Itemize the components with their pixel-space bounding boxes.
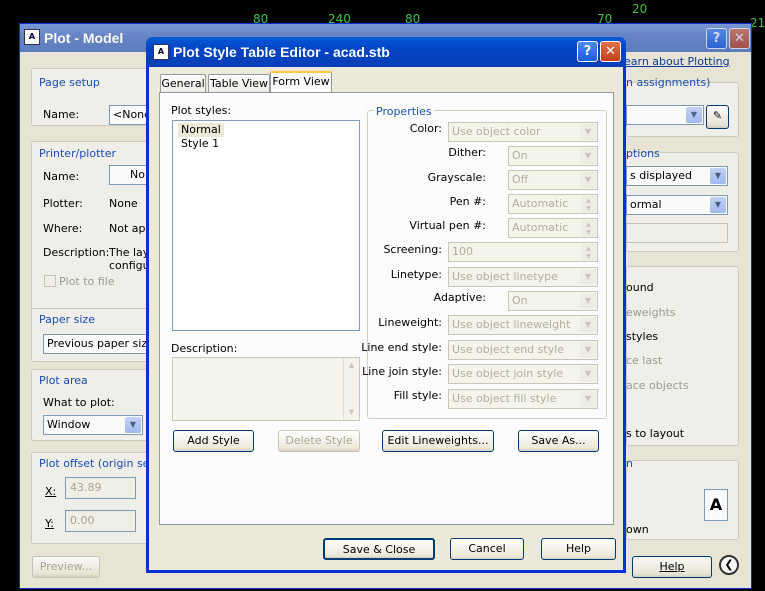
spin-down-icon[interactable]: ▼ xyxy=(581,204,596,213)
close-icon[interactable]: ✕ xyxy=(600,41,621,62)
dither-label: Dither: xyxy=(448,146,486,159)
dither-value: On xyxy=(512,149,528,162)
lineweight-label: Lineweight: xyxy=(378,316,442,329)
line-join-style-value: Use object join style xyxy=(452,367,564,380)
virtual-pen-value: Automatic xyxy=(512,221,569,234)
chevron-down-icon: ▼ xyxy=(580,124,596,140)
scroll-down-icon[interactable]: ▼ xyxy=(344,405,359,420)
chevron-down-icon: ▼ xyxy=(580,172,596,188)
save-close-button[interactable]: Save & Close xyxy=(323,538,435,560)
color-combo[interactable]: Use object color ▼ xyxy=(448,122,598,142)
linetype-combo[interactable]: Use object linetype ▼ xyxy=(448,267,598,287)
help-icon[interactable]: ? xyxy=(577,41,598,62)
save-as-button[interactable]: Save As... xyxy=(518,430,599,452)
color-value: Use object color xyxy=(452,125,541,138)
virtual-pen-label: Virtual pen #: xyxy=(409,219,486,232)
cancel-button[interactable]: Cancel xyxy=(450,538,524,560)
fill-style-label: Fill style: xyxy=(393,389,442,402)
fill-style-combo[interactable]: Use object fill style ▼ xyxy=(448,389,598,409)
chevron-down-icon: ▼ xyxy=(580,366,596,382)
description-label: Description: xyxy=(171,342,238,355)
chevron-down-icon: ▼ xyxy=(580,269,596,285)
spin-down-icon[interactable]: ▼ xyxy=(581,252,596,261)
chevron-down-icon: ▼ xyxy=(580,391,596,407)
grayscale-value: Off xyxy=(512,173,529,186)
chevron-down-icon: ▼ xyxy=(580,342,596,358)
spin-down-icon[interactable]: ▼ xyxy=(581,228,596,237)
pen-number-field[interactable]: Automatic ▲ ▼ xyxy=(508,194,598,214)
lineweight-value: Use object lineweight xyxy=(452,318,571,331)
help-button[interactable]: Help xyxy=(541,538,616,560)
pen-number-value: Automatic xyxy=(512,197,569,210)
screening-value: 100 xyxy=(452,245,473,258)
plot-styles-label: Plot styles: xyxy=(171,104,232,117)
edit-lineweights-button[interactable]: Edit Lineweights... xyxy=(382,430,494,452)
scroll-up-icon[interactable]: ▲ xyxy=(344,358,359,373)
properties-label: Properties xyxy=(374,105,434,118)
line-end-style-value: Use object end style xyxy=(452,343,565,356)
delete-style-button[interactable]: Delete Style xyxy=(278,430,360,452)
grayscale-label: Grayscale: xyxy=(427,171,486,184)
fill-style-value: Use object fill style xyxy=(452,392,557,405)
description-textarea[interactable]: ▲ ▼ xyxy=(172,357,360,421)
plot-style-table-editor: A Plot Style Table Editor - acad.stb ? ✕… xyxy=(146,37,626,573)
add-style-button[interactable]: Add Style xyxy=(173,430,254,452)
pen-number-label: Pen #: xyxy=(449,195,486,208)
line-join-style-label: Line join style: xyxy=(362,365,442,378)
adaptive-combo[interactable]: On ▼ xyxy=(508,291,598,311)
tab-form-view[interactable]: Form View xyxy=(270,71,332,92)
line-end-style-combo[interactable]: Use object end style ▼ xyxy=(448,340,598,360)
virtual-pen-field[interactable]: Automatic ▲ ▼ xyxy=(508,218,598,238)
chevron-down-icon: ▼ xyxy=(580,293,596,309)
plot-styles-list[interactable]: Normal Style 1 xyxy=(172,120,360,331)
tab-panel: Plot styles: Normal Style 1 Description:… xyxy=(159,92,614,525)
screening-field[interactable]: 100 ▲ ▼ xyxy=(448,242,598,262)
linetype-label: Linetype: xyxy=(390,268,442,281)
chevron-down-icon: ▼ xyxy=(580,317,596,333)
autocad-icon: A xyxy=(153,44,169,60)
screening-label: Screening: xyxy=(383,243,442,256)
chevron-down-icon: ▼ xyxy=(580,148,596,164)
editor-title: Plot Style Table Editor - acad.stb xyxy=(173,44,390,60)
list-item[interactable]: Style 1 xyxy=(178,137,222,151)
editor-titlebar: A Plot Style Table Editor - acad.stb ? ✕ xyxy=(146,37,626,67)
description-scrollbar[interactable]: ▲ ▼ xyxy=(343,358,359,420)
linetype-value: Use object linetype xyxy=(452,270,558,283)
tab-table-view[interactable]: Table View xyxy=(208,74,270,93)
lineweight-combo[interactable]: Use object lineweight ▼ xyxy=(448,315,598,335)
line-join-style-combo[interactable]: Use object join style ▼ xyxy=(448,364,598,384)
line-end-style-label: Line end style: xyxy=(361,341,442,354)
dither-combo[interactable]: On ▼ xyxy=(508,146,598,166)
tab-general[interactable]: General xyxy=(160,74,206,93)
adaptive-label: Adaptive: xyxy=(433,291,486,304)
bg-dimension-5: 20 xyxy=(632,2,648,16)
bg-dimension-6: 21 xyxy=(750,16,765,30)
grayscale-combo[interactable]: Off ▼ xyxy=(508,170,598,190)
adaptive-value: On xyxy=(512,294,528,307)
color-label: Color: xyxy=(409,122,442,135)
list-item[interactable]: Normal xyxy=(178,123,224,137)
